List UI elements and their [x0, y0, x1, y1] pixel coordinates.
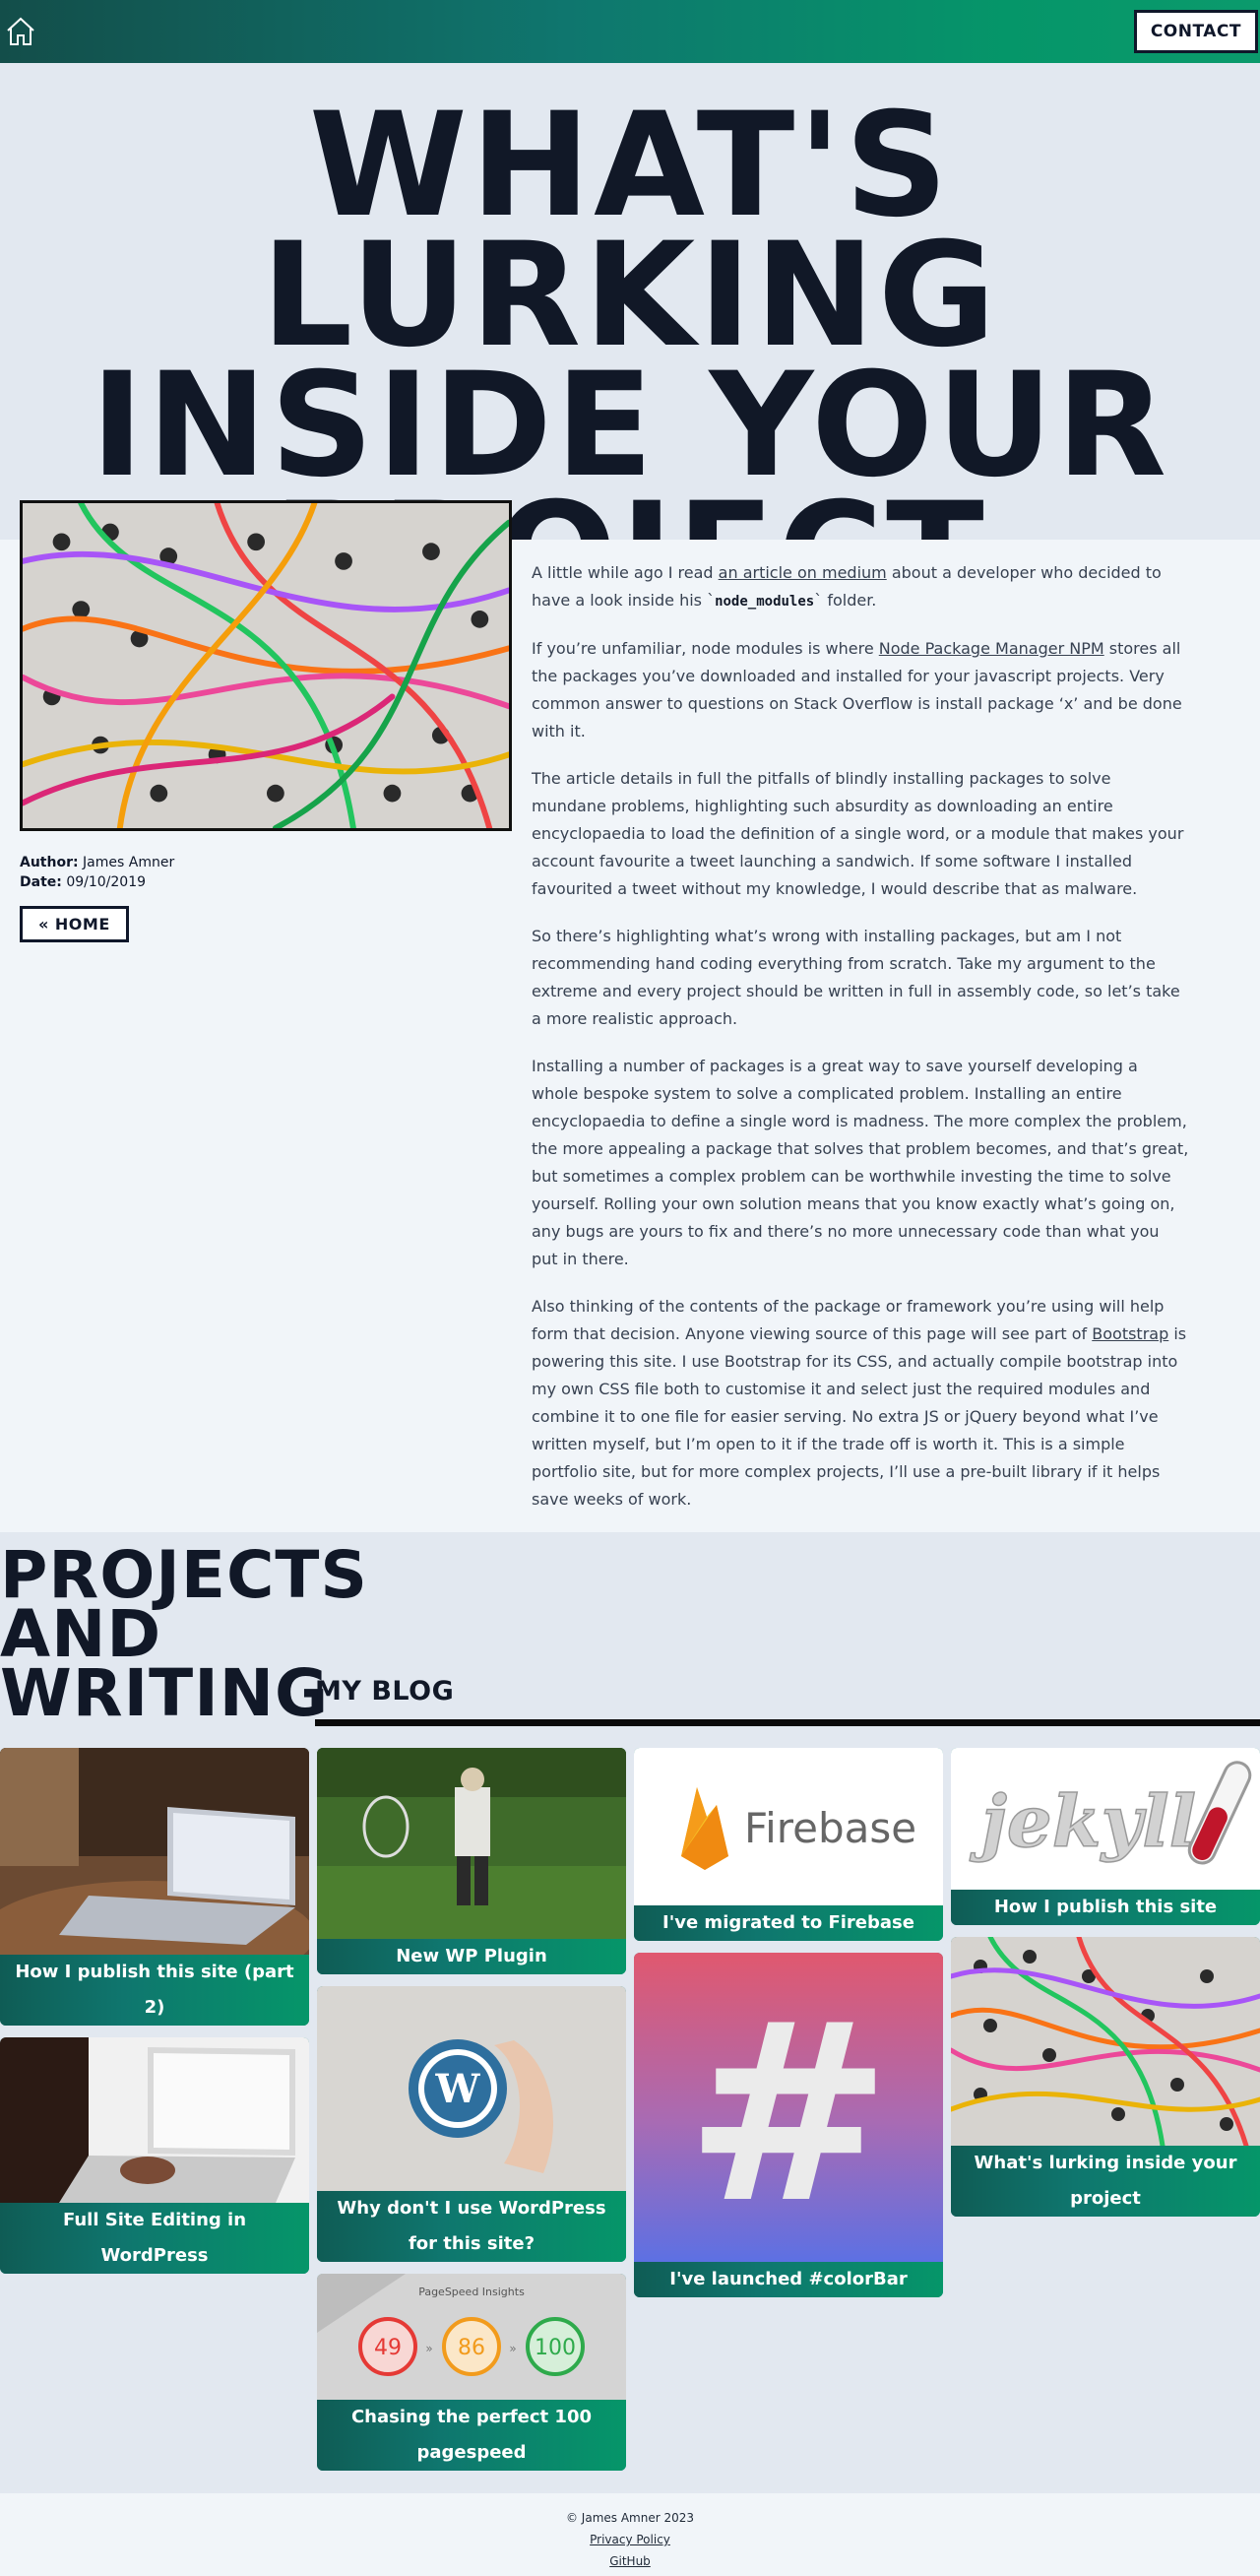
card-column-3: Firebase I've migrated to Firebase # I'v… [634, 1748, 943, 2309]
pagespeed-label: PageSpeed Insights [418, 2286, 525, 2298]
article-date: 09/10/2019 [66, 874, 147, 890]
divider [315, 1719, 1260, 1726]
blog-card-publish-part-2[interactable]: How I publish this site (part 2) [0, 1748, 309, 2026]
article-sidebar: Author: James Amner Date: 09/10/2019 « H… [20, 500, 512, 942]
text: Also thinking of the contents of the pac… [532, 1297, 1165, 1343]
card-caption: I've launched #colorBar [634, 2262, 943, 2297]
medium-article-link[interactable]: an article on medium [719, 563, 887, 582]
paragraph-4: So there’s highlighting what’s wrong wit… [532, 927, 1180, 1028]
date-label: Date: [20, 874, 62, 890]
text: ` folder. [814, 591, 877, 610]
pagespeed-score-3: 100 [535, 2336, 576, 2360]
projects-section: PROJECTS AND WRITING MY BLOG How I publi… [0, 1532, 1260, 2493]
article: Author: James Amner Date: 09/10/2019 « H… [0, 500, 1260, 1533]
card-caption: What's lurking inside your project [951, 2146, 1260, 2217]
blog-heading: MY BLOG [315, 1676, 455, 1707]
article-body: A little while ago I read an article on … [532, 559, 1189, 1533]
heading-line: WRITING [0, 1655, 330, 1731]
home-button[interactable]: « HOME [20, 906, 129, 942]
firebase-logo: Firebase [634, 1748, 943, 1905]
svg-text:»: » [425, 2342, 432, 2355]
author-label: Author: [20, 855, 79, 870]
paragraph-5: Installing a number of packages is a gre… [532, 1057, 1189, 1268]
paragraph-2: If you’re unfamiliar, node modules is wh… [532, 635, 1189, 745]
top-nav: CONTACT [0, 0, 1260, 63]
text: is powering this site. I use Bootstrap f… [532, 1324, 1187, 1509]
bootstrap-link[interactable]: Bootstrap [1092, 1324, 1168, 1343]
wordpress-logo-photo: W [317, 1986, 626, 2191]
privacy-policy-link[interactable]: Privacy Policy [590, 2533, 670, 2546]
paragraph-1: A little while ago I read an article on … [532, 559, 1189, 615]
paragraph-6: Also thinking of the contents of the pac… [532, 1293, 1189, 1513]
svg-text:»: » [509, 2342, 516, 2355]
hero: WHAT'S LURKING INSIDE YOUR PROJECT [0, 63, 1260, 627]
card-caption: New WP Plugin [317, 1939, 626, 1974]
paragraph-3: The article details in full the pitfalls… [532, 769, 1184, 898]
home-link[interactable] [4, 15, 37, 48]
jekyll-logo: jekyll [951, 1748, 1260, 1890]
card-column-2: New WP Plugin W Why don't I use WordPres… [317, 1748, 626, 2482]
blog-card-lurking[interactable]: What's lurking inside your project [951, 1937, 1260, 2217]
npm-link[interactable]: Node Package Manager NPM [879, 639, 1104, 658]
hash-glyph: # [685, 1970, 891, 2257]
blog-card-firebase[interactable]: Firebase I've migrated to Firebase [634, 1748, 943, 1941]
text: A little while ago I read [532, 563, 719, 582]
footer: © James Amner 2023 Privacy Policy GitHub [0, 2493, 1260, 2576]
pagespeed-scores-image: PageSpeed Insights 49 86 100 » » [317, 2274, 626, 2400]
butterfly-net-photo [317, 1748, 626, 1939]
author-name: James Amner [83, 855, 175, 870]
typing-laptop-photo [0, 2037, 309, 2203]
inline-code: node_modules [715, 594, 815, 610]
blog-card-pagespeed[interactable]: PageSpeed Insights 49 86 100 » » Chasing… [317, 2274, 626, 2471]
card-caption: Why don't I use WordPress for this site? [317, 2191, 626, 2262]
text: If you’re unfamiliar, node modules is wh… [532, 639, 879, 658]
firebase-logo-text: Firebase [744, 1804, 916, 1852]
card-caption: How I publish this site (part 2) [0, 1955, 309, 2026]
blog-card-full-site-editing[interactable]: Full Site Editing in WordPress [0, 2037, 309, 2274]
card-caption: Chasing the perfect 100 pagespeed [317, 2400, 626, 2471]
pagespeed-score-2: 86 [458, 2336, 485, 2360]
home-icon [7, 17, 34, 45]
contact-button[interactable]: CONTACT [1133, 10, 1258, 53]
jekyll-logo-text: jekyll [970, 1779, 1196, 1863]
card-caption: I've migrated to Firebase [634, 1905, 943, 1941]
article-meta: Author: James Amner Date: 09/10/2019 [20, 853, 512, 892]
card-column-4: jekyll How I publish this site What's lu… [951, 1748, 1260, 2228]
blog-card-wp-plugin[interactable]: New WP Plugin [317, 1748, 626, 1974]
github-link[interactable]: GitHub [609, 2554, 651, 2568]
blog-card-why-not-wordpress[interactable]: W Why don't I use WordPress for this sit… [317, 1986, 626, 2262]
blog-card-colorbar[interactable]: # I've launched #colorBar [634, 1953, 943, 2297]
article-image-patch-cables [20, 500, 512, 831]
laptop-photo [0, 1748, 309, 1955]
patch-cables-photo [951, 1937, 1260, 2146]
svg-text:W: W [435, 2066, 481, 2112]
blog-card-publish[interactable]: jekyll How I publish this site [951, 1748, 1260, 1925]
copyright: © James Amner 2023 [565, 2511, 695, 2525]
card-caption: How I publish this site [951, 1890, 1260, 1925]
card-column-1: How I publish this site (part 2) Full Si… [0, 1748, 309, 2286]
card-caption: Full Site Editing in WordPress [0, 2203, 309, 2274]
pagespeed-score-1: 49 [374, 2336, 402, 2360]
projects-heading: PROJECTS AND WRITING [0, 1543, 367, 1731]
colorbar-hash-image: # [634, 1953, 943, 2262]
